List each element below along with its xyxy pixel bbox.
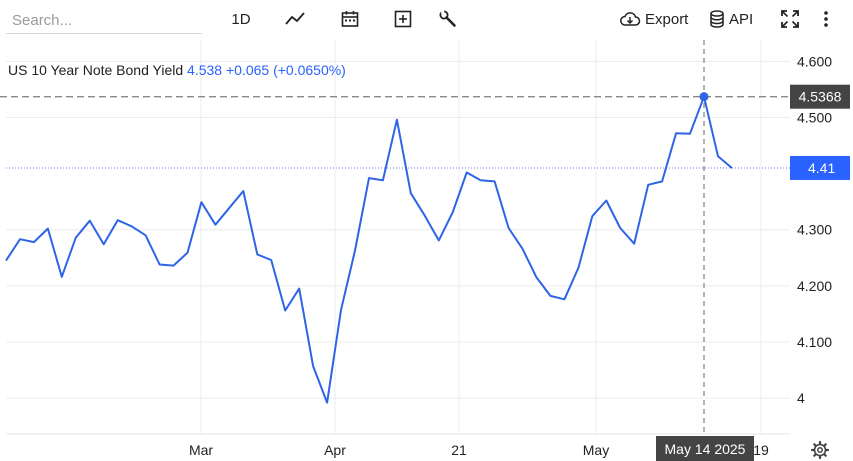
add-indicator-button[interactable] xyxy=(391,6,415,32)
crosshair-date-badge: May 14 2025 xyxy=(656,436,754,461)
interval-label: 1D xyxy=(231,10,251,28)
chart-type-button[interactable] xyxy=(282,6,308,32)
interval-button[interactable]: 1D xyxy=(228,6,254,32)
gear-icon[interactable] xyxy=(810,440,830,460)
crosshair-price-label: 4.5368 xyxy=(799,89,842,105)
more-vertical-icon xyxy=(824,11,828,27)
price-change-percent: (+0.0650%) xyxy=(273,62,346,78)
cloud-download-icon xyxy=(620,12,641,26)
y-tick-label: 4.300 xyxy=(797,222,832,238)
fullscreen-icon xyxy=(781,10,799,28)
x-tick-label: Mar xyxy=(189,442,213,458)
current-price: 4.538 xyxy=(187,62,223,78)
y-tick-label: 4.200 xyxy=(797,278,832,294)
api-button[interactable]: API xyxy=(709,6,753,32)
crosshair-date-label: May 14 2025 xyxy=(665,441,746,457)
y-tick-label: 4.100 xyxy=(797,334,832,350)
top-toolbar: 1D xyxy=(0,0,853,40)
last-price-label: 4.41 xyxy=(808,160,835,176)
wrench-icon xyxy=(439,10,456,27)
x-tick-label: 21 xyxy=(451,442,467,458)
instrument-name: US 10 Year Note Bond Yield xyxy=(8,62,184,78)
yield-series-line xyxy=(5,95,733,404)
search-input[interactable] xyxy=(6,8,202,34)
y-tick-label: 4.600 xyxy=(797,53,832,69)
y-tick-label: 4.500 xyxy=(797,109,832,125)
crosshair-price-badge: 4.5368 xyxy=(790,84,850,109)
x-tick-label: May xyxy=(583,442,609,458)
export-label: Export xyxy=(645,10,689,28)
date-range-button[interactable] xyxy=(338,6,362,32)
y-tick-label: 4 xyxy=(797,390,805,406)
fullscreen-button[interactable] xyxy=(779,6,801,32)
export-button[interactable]: Export xyxy=(619,6,688,32)
calendar-icon xyxy=(341,11,359,27)
add-square-icon xyxy=(394,10,412,28)
x-tick-label: 19 xyxy=(753,442,769,458)
database-icon xyxy=(710,10,724,28)
chart-grid xyxy=(6,40,790,434)
price-change: +0.065 xyxy=(225,62,270,78)
line-chart-icon xyxy=(285,12,305,25)
api-label: API xyxy=(729,10,754,28)
crosshair-point xyxy=(699,92,709,102)
x-tick-label: Apr xyxy=(324,442,346,458)
chart-header: US 10 Year Note Bond Yield 4.538 +0.065 … xyxy=(8,62,346,78)
chart-settings-button[interactable] xyxy=(436,6,460,32)
last-price-badge: 4.41 xyxy=(790,155,850,180)
more-options-button[interactable] xyxy=(817,6,835,32)
